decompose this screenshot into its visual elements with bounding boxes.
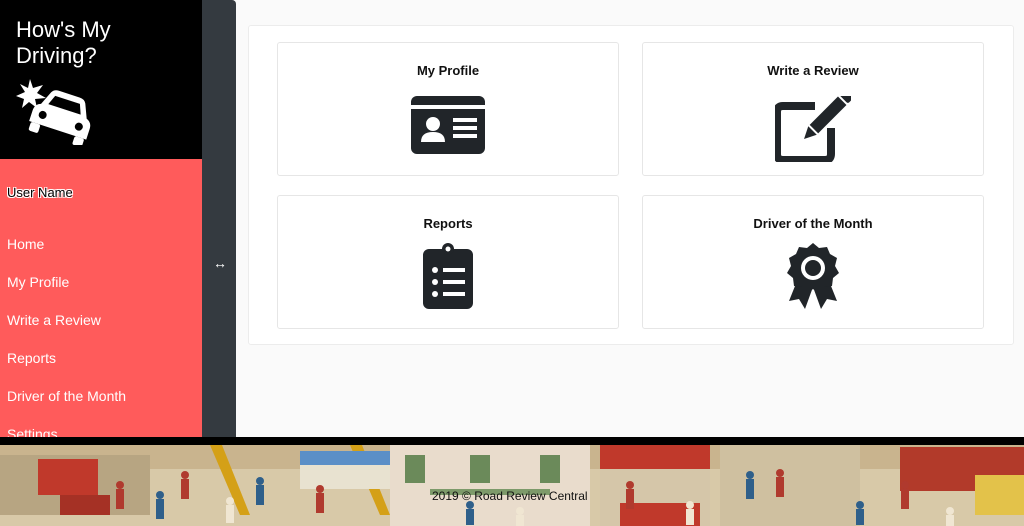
brand-header: How's My Driving? [0,0,202,159]
id-card-icon [411,96,485,154]
footer: 2019 © Road Review Central [0,437,1024,526]
edit-icon [775,96,851,162]
card-title: Write a Review [767,63,859,78]
card-write-a-review[interactable]: Write a Review [642,42,984,176]
award-icon [787,243,839,309]
main-content: My Profile Write a Review Reports Driver… [236,0,1024,437]
sidebar-item-my-profile[interactable]: My Profile [0,264,202,302]
user-name: User Name [7,185,73,200]
sidebar-item-driver-of-the-month[interactable]: Driver of the Month [0,378,202,416]
sidebar-nav: Home My Profile Write a Review Reports D… [0,226,202,437]
card-title: Reports [423,216,473,231]
resize-horizontal-icon[interactable]: ↔ [213,255,227,271]
sidebar-item-home[interactable]: Home [0,226,202,264]
card-title: My Profile [416,63,480,78]
sidebar: How's My Driving? User Name Home My Prof… [0,0,202,437]
card-driver-of-the-month[interactable]: Driver of the Month [642,195,984,329]
sidebar-toggle-bar[interactable]: ↔ [202,0,236,437]
sidebar-item-write-a-review[interactable]: Write a Review [0,302,202,340]
footer-copyright: 2019 © Road Review Central [432,489,588,503]
sidebar-item-settings[interactable]: Settings [0,416,202,437]
sidebar-item-reports[interactable]: Reports [0,340,202,378]
footer-illustration [0,445,1024,526]
brand-title: How's My Driving? [16,17,111,68]
clipboard-list-icon [423,243,473,309]
dashboard-panel: My Profile Write a Review Reports Driver… [248,25,1014,345]
card-my-profile[interactable]: My Profile [277,42,619,176]
car-crash-icon [16,79,91,148]
card-title: Driver of the Month [753,216,873,231]
card-reports[interactable]: Reports [277,195,619,329]
